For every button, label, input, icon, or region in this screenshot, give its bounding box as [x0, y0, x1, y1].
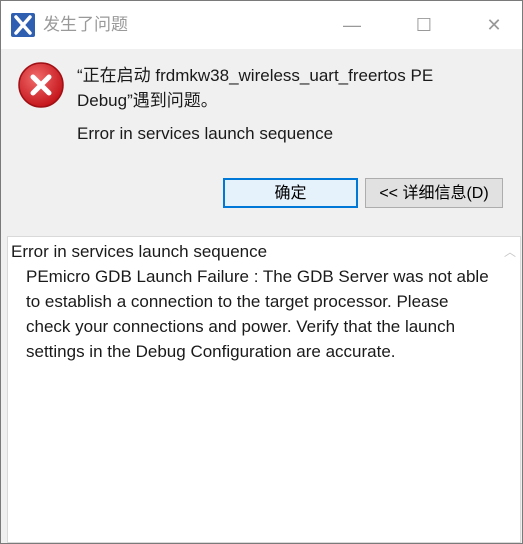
error-icon: [17, 61, 65, 109]
title-bar[interactable]: 发生了问题 — ☐ ✕: [1, 1, 522, 49]
app-icon: [11, 13, 35, 37]
vertical-scrollbar[interactable]: ︿: [500, 237, 520, 542]
close-button[interactable]: ✕: [471, 1, 517, 49]
error-dialog: 发生了问题 — ☐ ✕ “正在启动 frdmkw38_wireless_uart…: [0, 0, 523, 544]
error-summary: Error in services launch sequence: [77, 124, 334, 143]
scroll-up-arrow-icon[interactable]: ︿: [500, 241, 520, 261]
details-text: Error in services launch sequence PEmicro…: [11, 239, 496, 364]
details-textarea[interactable]: Error in services launch sequence PEmicro…: [7, 236, 521, 543]
minimize-button[interactable]: —: [329, 1, 375, 49]
details-toggle-button[interactable]: << 详细信息(D): [365, 178, 503, 208]
details-body: PEmicro GDB Launch Failure : The GDB Ser…: [26, 267, 494, 361]
error-message: “正在启动 frdmkw38_wireless_uart_freertos PE…: [77, 66, 434, 110]
window-title: 发生了问题: [43, 15, 128, 34]
maximize-button[interactable]: ☐: [401, 1, 447, 49]
details-heading: Error in services launch sequence: [11, 242, 268, 261]
ok-button[interactable]: 确定: [223, 178, 358, 208]
